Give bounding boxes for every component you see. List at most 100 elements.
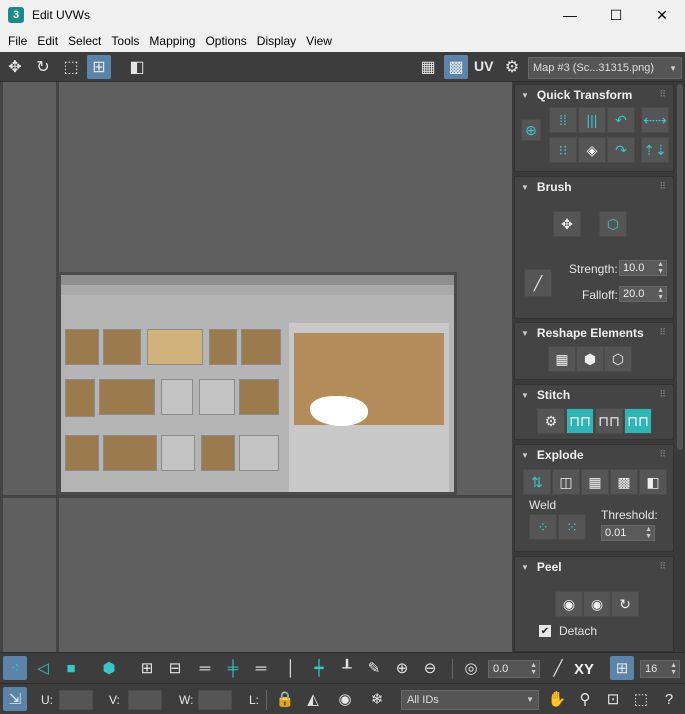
paint-move-icon[interactable]: ✥ (553, 211, 581, 237)
zoom-extents-icon[interactable]: ⬚ (629, 687, 653, 711)
quick-peel-icon[interactable]: ◉ (555, 591, 583, 617)
loop-selection-icon[interactable]: ═ (193, 656, 217, 680)
uv-label[interactable]: UV (474, 58, 493, 74)
drag-handle-icon[interactable]: ⠿ (659, 389, 667, 400)
rollout-header[interactable]: ▼ Explode (515, 445, 673, 465)
rollout-header[interactable]: ▼ Brush (515, 177, 673, 197)
strength-spinner[interactable]: 10.0 ▲ ▼ (619, 260, 667, 276)
line-tool-icon[interactable]: ╱ (546, 656, 570, 680)
element-mode-icon[interactable]: ⬢ (97, 656, 121, 680)
drag-handle-icon[interactable]: ⠿ (659, 181, 667, 192)
weld-selected-icon[interactable]: ⁘ (529, 514, 557, 540)
explode-by-smoothing-icon[interactable]: ◫ (552, 469, 580, 495)
stitch-source-icon[interactable]: ⊓⊓ (624, 408, 652, 434)
checker-teal-icon[interactable]: ▩ (444, 55, 468, 79)
close-button[interactable]: ✕ (639, 0, 685, 30)
panel-scroll-thumb[interactable] (677, 84, 683, 450)
explode-by-material-icon[interactable]: ▦ (581, 469, 609, 495)
relax-icon[interactable]: ⬢ (576, 346, 604, 372)
map-select[interactable]: Map #3 (Sc...31315.png) ▼ (528, 57, 682, 79)
maximize-button[interactable]: ☐ (593, 0, 639, 30)
panel-scrollbar[interactable] (675, 82, 685, 652)
ring-selection-icon[interactable]: ═ (249, 656, 273, 680)
vertex-mode-icon[interactable]: ⁖ (3, 656, 27, 680)
edge-mode-icon[interactable]: ◁ (31, 656, 55, 680)
explode-break-icon[interactable]: ⇅ (523, 469, 551, 495)
grow-selection-icon[interactable]: ⊞ (135, 656, 159, 680)
rotate-ccw-icon[interactable]: ↶ (607, 107, 635, 133)
ring-grow-icon[interactable]: ┿ (307, 656, 331, 680)
soft-selection-icon[interactable]: ◎ (459, 656, 483, 680)
paint-grow-icon[interactable]: ⊕ (390, 656, 414, 680)
zoom-region-icon[interactable]: ⊡ (601, 687, 625, 711)
shrink-selection-icon[interactable]: ⊟ (163, 656, 187, 680)
eye-icon[interactable]: ◉ (333, 687, 357, 711)
ring-shrink-icon[interactable]: ┸ (335, 656, 359, 680)
rollout-header[interactable]: ▼ Peel (515, 557, 673, 577)
explode-checker-icon[interactable]: ▩ (610, 469, 638, 495)
rotate-icon[interactable]: ↻ (31, 55, 55, 79)
menu-view[interactable]: View (302, 34, 336, 48)
xy-mode-button[interactable]: XY (574, 661, 594, 678)
reset-peel-icon[interactable]: ↻ (611, 591, 639, 617)
spinner-arrows-icon[interactable]: ▲ ▼ (657, 287, 664, 301)
loop-grow-icon[interactable]: ╪ (221, 656, 245, 680)
rollout-header[interactable]: ▼ Stitch (515, 385, 673, 405)
lock-icon[interactable]: 🔒 (273, 687, 297, 711)
hide-selected-icon[interactable]: ◭ (301, 687, 325, 711)
w-coordinate-field[interactable] (198, 690, 232, 710)
detach-checkbox[interactable]: ✔ (539, 625, 551, 637)
menu-tools[interactable]: Tools (107, 34, 143, 48)
grid-snap-icon[interactable]: ⊞ (610, 656, 634, 680)
space-vertical-icon[interactable]: ⇡⇣ (641, 137, 669, 163)
v-coordinate-field[interactable] (128, 690, 162, 710)
zoom-icon[interactable]: ⚲ (573, 687, 597, 711)
falloff-spinner[interactable]: 20.0 ▲ ▼ (619, 286, 667, 302)
move-icon[interactable]: ✥ (3, 55, 27, 79)
menu-mapping[interactable]: Mapping (145, 34, 199, 48)
menu-edit[interactable]: Edit (33, 34, 62, 48)
spinner-arrows-icon[interactable]: ▲ ▼ (670, 662, 677, 676)
rollout-header[interactable]: ▼ Quick Transform (515, 85, 673, 105)
drag-handle-icon[interactable]: ⠿ (659, 327, 667, 338)
spinner-arrows-icon[interactable]: ▲ ▼ (645, 526, 652, 540)
stitch-target-icon[interactable]: ⊓⊓ (566, 408, 594, 434)
threshold-spinner[interactable]: 0.01 ▲ ▼ (601, 525, 655, 541)
stitch-average-icon[interactable]: ⊓⊓ (595, 408, 623, 434)
minimize-button[interactable]: — (547, 0, 593, 30)
texture-settings-icon[interactable]: ⚙ (500, 55, 524, 79)
help-icon[interactable]: ? (657, 687, 681, 711)
menu-file[interactable]: File (4, 34, 31, 48)
uv-viewport[interactable] (0, 82, 512, 652)
drag-handle-icon[interactable]: ⠿ (659, 561, 667, 572)
edge-loop-icon[interactable]: │ (279, 656, 303, 680)
straighten-selection-icon[interactable]: ▦ (548, 346, 576, 372)
material-id-select[interactable]: All IDs ▼ (401, 690, 539, 710)
polygon-mode-icon[interactable]: ■ (59, 656, 83, 680)
set-pivot-icon[interactable]: ⊕ (521, 119, 541, 141)
spinner-arrows-icon[interactable]: ▲ ▼ (657, 261, 664, 275)
space-horizontal-icon[interactable]: ⇠⇢ (641, 107, 669, 133)
paint-shrink-icon[interactable]: ⊖ (418, 656, 442, 680)
brush-line-icon[interactable]: ╱ (524, 269, 552, 297)
menu-options[interactable]: Options (201, 34, 250, 48)
freeform-icon[interactable]: ⊞ (87, 55, 111, 79)
align-vertical-icon[interactable]: ||| (578, 107, 606, 133)
menu-display[interactable]: Display (253, 34, 300, 48)
spinner-arrows-icon[interactable]: ▲ ▼ (530, 662, 537, 676)
rotate-angle-spinner[interactable]: 0.0 ▲ ▼ (488, 660, 540, 678)
absolute-offset-icon[interactable]: ⇲ (3, 687, 27, 711)
pan-hand-icon[interactable]: ✋ (545, 687, 569, 711)
rectify-icon[interactable]: ⬡ (604, 346, 632, 372)
weld-target-icon[interactable]: ⁙ (558, 514, 586, 540)
menu-select[interactable]: Select (64, 34, 105, 48)
checker-pattern-icon[interactable]: ▦ (416, 55, 440, 79)
relax-brush-icon[interactable]: ⬡ (599, 211, 627, 237)
mirror-icon[interactable]: ◧ (125, 55, 149, 79)
scale-icon[interactable]: ⬚ (59, 55, 83, 79)
stitch-custom-icon[interactable]: ⚙ (537, 408, 565, 434)
align-horizontal-icon[interactable]: ⁞⁞ (549, 107, 577, 133)
peel-mode-icon[interactable]: ◉ (583, 591, 611, 617)
drag-handle-icon[interactable]: ⠿ (659, 89, 667, 100)
drag-handle-icon[interactable]: ⠿ (659, 449, 667, 460)
